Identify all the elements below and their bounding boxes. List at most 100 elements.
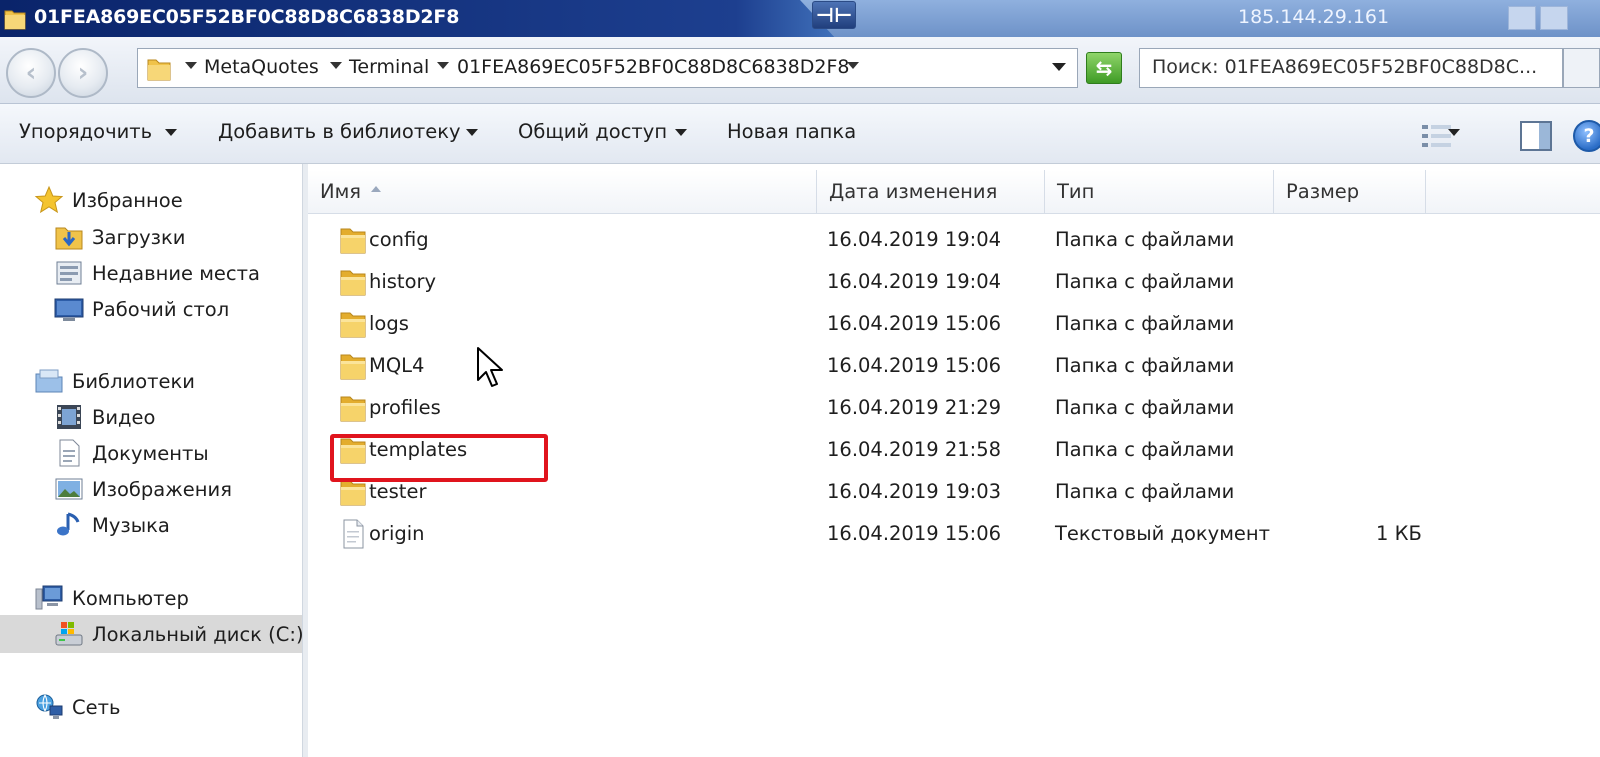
preview-pane-icon[interactable]	[1520, 121, 1552, 151]
new-folder-button[interactable]: Новая папка	[727, 120, 856, 143]
chevron-down-icon[interactable]	[675, 129, 687, 136]
file-modified: 16.04.2019 19:03	[827, 480, 1002, 503]
nav-music[interactable]: Музыка	[54, 509, 170, 541]
file-row-templates[interactable]: templates 16.04.2019 21:58 Папка с файлами	[308, 429, 1600, 471]
breadcrumb-item[interactable]: MetaQuotes	[204, 56, 319, 78]
file-name: logs	[369, 312, 409, 335]
file-modified: 16.04.2019 19:04	[827, 228, 1002, 251]
file-type: Папка с файлами	[1055, 228, 1235, 251]
forward-button[interactable]: ›	[58, 48, 108, 98]
network-icon	[36, 694, 63, 719]
restore-button[interactable]	[1540, 6, 1568, 30]
column-header-label: Размер	[1286, 180, 1360, 203]
nav-local-disk-c[interactable]: Локальный диск (C:)	[0, 615, 304, 653]
folder-icon	[147, 59, 171, 81]
star-icon	[34, 185, 64, 214]
column-header-label: Имя	[320, 180, 362, 203]
folder-icon	[340, 312, 366, 338]
file-name: templates	[369, 438, 468, 461]
file-name: profiles	[369, 396, 441, 419]
nav-network[interactable]: Сеть	[34, 691, 120, 723]
breadcrumb[interactable]: MetaQuotes Terminal 01FEA869EC05F52BF0C8…	[137, 48, 1078, 88]
nav-label: Видео	[92, 405, 156, 429]
column-header-modified[interactable]: Дата изменения	[817, 170, 1045, 214]
nav-label: Рабочий стол	[92, 297, 230, 321]
nav-documents[interactable]: Документы	[54, 437, 209, 469]
organize-button[interactable]: Упорядочить	[19, 120, 152, 143]
pin-button[interactable]: ⊣⊢	[812, 1, 856, 29]
file-row-profiles[interactable]: profiles 16.04.2019 21:29 Папка с файлами	[308, 387, 1600, 429]
pictures-icon	[55, 478, 83, 500]
nav-label: Недавние места	[92, 261, 260, 285]
search-input[interactable]: Поиск: 01FEA869EC05F52BF0C88D8C...	[1139, 48, 1563, 88]
nav-computer[interactable]: Компьютер	[34, 582, 189, 614]
refresh-icon: ⇆	[1095, 56, 1113, 80]
file-type: Папка с файлами	[1055, 312, 1235, 335]
column-header-type[interactable]: Тип	[1045, 170, 1274, 214]
chevron-down-icon[interactable]	[437, 62, 449, 69]
file-row-history[interactable]: history 16.04.2019 19:04 Папка с файлами	[308, 261, 1600, 303]
chevron-down-icon[interactable]	[185, 62, 197, 69]
folder-icon	[340, 438, 366, 464]
nav-label: Избранное	[72, 188, 183, 212]
nav-label: Сеть	[72, 695, 121, 719]
nav-downloads[interactable]: Загрузки	[54, 221, 185, 253]
nav-pictures[interactable]: Изображения	[54, 473, 232, 505]
chevron-down-icon[interactable]	[1448, 129, 1460, 136]
chevron-down-icon[interactable]	[466, 129, 478, 136]
computer-icon	[35, 585, 63, 610]
file-row-origin[interactable]: origin 16.04.2019 15:06 Текстовый документ…	[308, 513, 1600, 555]
help-icon[interactable]: ?	[1573, 120, 1600, 152]
nav-label: Локальный диск (C:)	[92, 622, 304, 646]
back-button[interactable]: ‹	[6, 48, 56, 98]
nav-label: Компьютер	[72, 586, 189, 610]
downloads-icon	[55, 227, 83, 250]
folder-icon	[340, 396, 366, 422]
view-options-icon[interactable]	[1420, 122, 1454, 150]
nav-libraries[interactable]: Библиотеки	[34, 365, 195, 397]
nav-recent-places[interactable]: Недавние места	[54, 257, 260, 289]
search-icon[interactable]	[1563, 48, 1600, 88]
folder-icon	[340, 228, 366, 254]
file-name: history	[369, 270, 437, 293]
libraries-icon	[35, 369, 63, 393]
title-bar: 01FEA869EC05F52BF0C88D8C6838D2F8 ⊣⊢ 185.…	[0, 0, 1600, 37]
share-button[interactable]: Общий доступ	[518, 120, 667, 143]
forward-arrow-icon: ›	[77, 58, 89, 88]
refresh-button[interactable]: ⇆	[1086, 52, 1122, 84]
address-history-dropdown[interactable]	[1052, 63, 1066, 71]
documents-icon	[59, 439, 80, 467]
nav-desktop[interactable]: Рабочий стол	[54, 293, 229, 325]
column-header-size[interactable]: Размер	[1274, 170, 1426, 214]
nav-label: Библиотеки	[72, 369, 195, 393]
file-name: MQL4	[369, 354, 425, 377]
file-name: config	[369, 228, 429, 251]
add-to-library-button[interactable]: Добавить в библиотеку	[218, 120, 461, 143]
file-row-config[interactable]: config 16.04.2019 19:04 Папка с файлами	[308, 219, 1600, 261]
nav-label: Музыка	[92, 513, 170, 537]
nav-video[interactable]: Видео	[54, 401, 155, 433]
file-size: 1 КБ	[1376, 522, 1422, 545]
navigation-pane: Избранное Загрузки Недавние места Рабочи…	[0, 164, 304, 757]
pin-icon: ⊣⊢	[815, 3, 853, 27]
file-row-mql4[interactable]: MQL4 16.04.2019 15:06 Папка с файлами	[308, 345, 1600, 387]
address-bar: ‹ › MetaQuotes Terminal 01FEA869EC05F52B…	[0, 37, 1600, 104]
desktop-icon	[54, 298, 84, 321]
file-row-tester[interactable]: tester 16.04.2019 19:03 Папка с файлами	[308, 471, 1600, 513]
chevron-down-icon[interactable]	[330, 62, 342, 69]
sort-ascending-icon	[371, 185, 382, 192]
nav-favorites[interactable]: Избранное	[34, 184, 183, 216]
breadcrumb-item[interactable]: Terminal	[349, 56, 429, 78]
column-header-name[interactable]: Имя	[308, 170, 817, 214]
column-header-empty	[1426, 170, 1600, 214]
file-type: Папка с файлами	[1055, 480, 1235, 503]
breadcrumb-item[interactable]: 01FEA869EC05F52BF0C88D8C6838D2F8	[457, 56, 850, 78]
column-header-label: Тип	[1057, 180, 1095, 203]
chevron-down-icon[interactable]	[847, 62, 859, 69]
file-row-logs[interactable]: logs 16.04.2019 15:06 Папка с файлами	[308, 303, 1600, 345]
folder-icon	[340, 480, 366, 506]
chevron-down-icon[interactable]	[165, 129, 177, 136]
nav-label: Документы	[92, 441, 209, 465]
recent-places-icon	[56, 261, 82, 285]
minimize-button[interactable]	[1508, 6, 1536, 30]
